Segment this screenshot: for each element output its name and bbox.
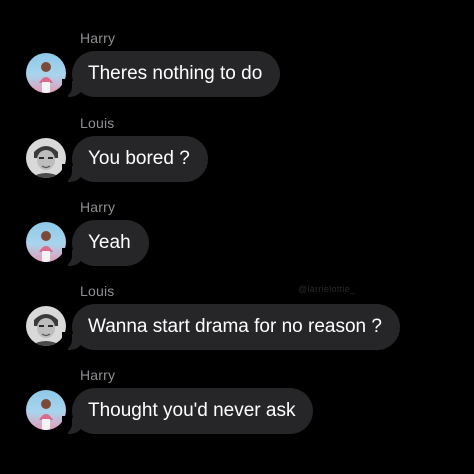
chat-thread: Harry Theres nothing to do Louis You bor… [0, 0, 474, 474]
louis-avatar-icon[interactable] [26, 138, 66, 178]
message-text: Yeah [88, 232, 131, 253]
sender-name: Harry [80, 199, 116, 215]
message-text: Wanna start drama for no reason ? [88, 316, 382, 337]
message-text: You bored ? [88, 148, 190, 169]
sender-name: Harry [80, 367, 116, 383]
harry-avatar-icon[interactable] [26, 53, 66, 93]
harry-avatar-icon[interactable] [26, 390, 66, 430]
message-bubble[interactable]: Yeah [62, 220, 149, 266]
message-text: Thought you'd never ask [88, 400, 296, 421]
louis-avatar-icon[interactable] [26, 306, 66, 346]
message-bubble[interactable]: You bored ? [62, 136, 208, 182]
message-bubble[interactable]: Thought you'd never ask [61, 388, 314, 434]
watermark: @larrielottie_ [298, 284, 356, 294]
sender-name: Louis [80, 283, 115, 299]
message-text: Theres nothing to do [88, 63, 263, 84]
sender-name: Harry [80, 30, 116, 46]
message-bubble[interactable]: Theres nothing to do [61, 51, 281, 97]
harry-avatar-icon[interactable] [26, 222, 66, 262]
message-bubble[interactable]: Wanna start drama for no reason ? [62, 304, 400, 350]
sender-name: Louis [80, 115, 115, 131]
